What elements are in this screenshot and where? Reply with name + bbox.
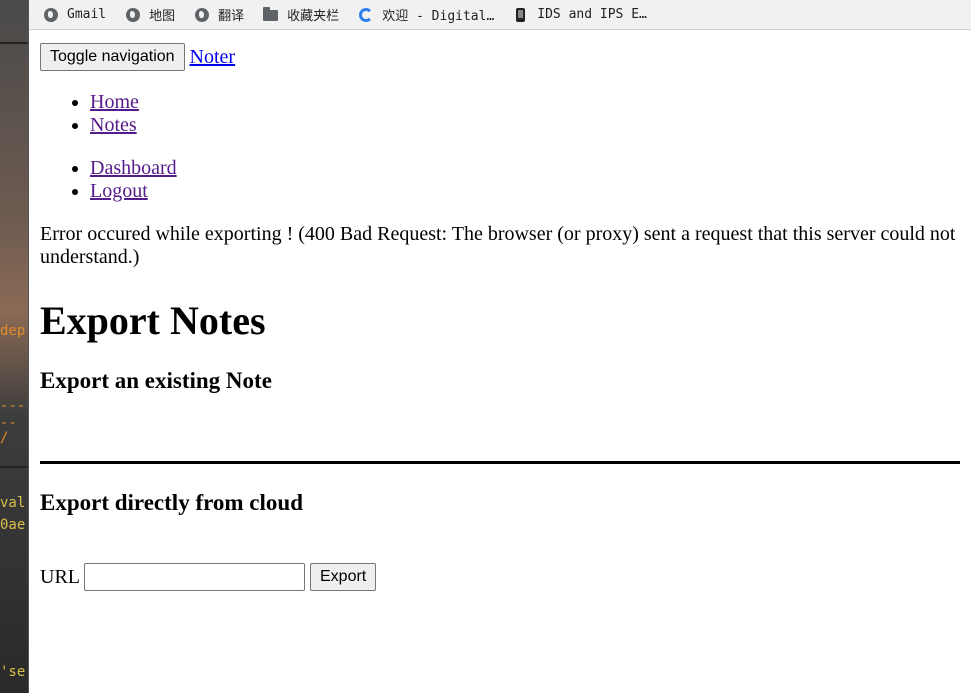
bookmark-digital[interactable]: 欢迎 - Digital…: [358, 5, 494, 24]
bookmark-favorites-folder[interactable]: 收藏夹栏: [263, 5, 339, 24]
background-terminal: dep --- -- / val 0ae 'se: [0, 0, 28, 693]
globe-icon: [194, 7, 209, 22]
list-item: Dashboard: [90, 157, 960, 180]
url-label: URL: [40, 565, 80, 588]
terminal-fragment: val: [0, 495, 26, 511]
bookmark-translate[interactable]: 翻译: [194, 5, 244, 24]
bookmark-ids-ips[interactable]: IDS and IPS E…: [513, 7, 647, 22]
brand-link[interactable]: Noter: [190, 46, 236, 69]
nav-list-right: Dashboard Logout: [40, 157, 960, 203]
spinner-icon: [358, 7, 373, 22]
bookmark-label: 翻译: [218, 9, 245, 24]
terminal-divider: [0, 466, 28, 468]
list-item: Home: [90, 91, 960, 114]
divider: [40, 461, 960, 464]
terminal-fragment: 0ae: [0, 517, 26, 533]
nav-link-notes[interactable]: Notes: [90, 114, 137, 136]
bookmark-label: 欢迎 - Digital…: [382, 9, 495, 24]
terminal-divider: [0, 42, 28, 44]
bookmark-label: Gmail: [67, 7, 107, 22]
bookmark-label: 地图: [149, 9, 176, 24]
export-form: URL Export: [40, 563, 960, 591]
nav-link-home[interactable]: Home: [90, 91, 139, 113]
bookmarks-bar: Gmail 地图 翻译 收藏夹栏 欢迎 - Digital… IDS and I…: [29, 0, 971, 30]
section-title-existing-note: Export an existing Note: [40, 368, 272, 393]
phone-icon: [513, 7, 528, 22]
nav-list-left: Home Notes: [40, 91, 960, 137]
bookmark-label: 收藏夹栏: [287, 9, 340, 24]
section-title-cloud: Export directly from cloud: [40, 490, 303, 515]
navbar: Toggle navigation Noter: [40, 43, 960, 71]
url-input[interactable]: [84, 563, 305, 591]
nav-link-dashboard[interactable]: Dashboard: [90, 157, 177, 179]
bookmark-maps[interactable]: 地图: [125, 5, 175, 24]
page-content: Toggle navigation Noter Home Notes Dashb…: [40, 30, 960, 591]
list-item: Notes: [90, 114, 960, 137]
terminal-fragment: /: [0, 430, 9, 446]
terminal-fragment: 'se: [0, 664, 26, 680]
browser-window: Gmail 地图 翻译 收藏夹栏 欢迎 - Digital… IDS and I…: [28, 0, 971, 693]
error-message: Error occured while exporting ! (400 Bad…: [40, 223, 956, 268]
nav-link-logout[interactable]: Logout: [90, 180, 148, 202]
globe-icon: [43, 7, 58, 22]
bookmark-gmail[interactable]: Gmail: [43, 7, 106, 22]
terminal-fragment: ---: [0, 398, 26, 414]
globe-icon: [125, 7, 140, 22]
bookmark-label: IDS and IPS E…: [537, 7, 647, 22]
export-button[interactable]: Export: [310, 563, 377, 591]
terminal-fragment: dep: [0, 323, 26, 339]
list-item: Logout: [90, 180, 960, 203]
terminal-fragment: --: [0, 415, 17, 431]
toggle-navigation-button[interactable]: Toggle navigation: [40, 43, 185, 71]
page-title: Export Notes: [40, 298, 266, 343]
folder-icon: [263, 7, 279, 22]
